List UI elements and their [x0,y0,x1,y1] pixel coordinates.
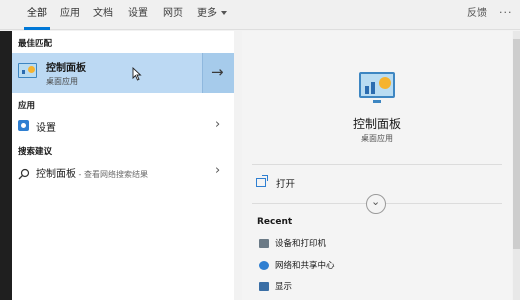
feedback-button[interactable]: 反馈 [467,0,487,30]
search-results-panel: 最佳匹配 控制面板 桌面应用 → 应用 设置 › 搜索建议 控制面板 - 查看网… [12,31,234,300]
result-web-search-label: 控制面板 - 查看网络搜索结果 [36,165,148,180]
web-search-query: 控制面板 [36,169,76,180]
more-options-button[interactable]: ··· [499,0,513,30]
tab-documents[interactable]: 文档 [93,0,113,30]
open-icon [256,175,268,187]
recent-item-label: 网络和共享中心 [275,261,335,271]
chevron-right-icon[interactable]: › [215,117,220,132]
best-match-subtitle: 桌面应用 [46,77,78,86]
control-panel-icon [359,72,395,103]
chevron-right-icon[interactable]: › [215,163,220,178]
gear-icon [18,120,29,131]
scrollbar[interactable] [513,31,520,300]
control-panel-icon [18,63,37,78]
recent-item-label: 显示 [275,282,293,292]
search-icon [18,165,30,184]
tab-apps[interactable]: 应用 [60,0,80,30]
detail-title: 控制面板 [352,117,401,131]
chevron-down-icon [221,11,227,15]
result-settings[interactable]: 设置 › [12,115,234,137]
tab-all[interactable]: 全部 [24,0,50,30]
printer-icon [259,239,269,248]
best-match-title: 控制面板 [46,63,86,74]
result-detail-panel: 控制面板 桌面应用 打开 ⌄ Recent 设备和打印机 网络和共享中心 显示 [242,31,512,300]
network-icon [259,261,269,270]
apps-heading: 应用 [18,101,36,111]
open-details-button[interactable]: → [202,53,234,93]
arrow-right-icon: → [211,63,224,81]
scrollbar-thumb[interactable] [513,39,520,249]
best-match-heading: 最佳匹配 [18,39,53,49]
recent-item-label: 设备和打印机 [275,239,327,249]
tab-more-label: 更多 [197,8,217,19]
search-suggestions-heading: 搜索建议 [18,147,53,157]
divider [252,164,502,165]
web-search-hint: - 查看网络搜索结果 [76,170,148,179]
search-scope-tabs: 全部 应用 文档 设置 网页 更多 反馈 ··· [0,0,520,30]
tab-web[interactable]: 网页 [163,0,183,30]
tab-settings[interactable]: 设置 [128,0,148,30]
expand-button[interactable]: ⌄ [366,194,386,214]
start-menu-rail [0,31,12,300]
result-settings-label: 设置 [36,123,56,134]
detail-subtitle: 桌面应用 [361,134,393,143]
open-label: 打开 [276,179,296,190]
recent-heading: Recent [257,217,293,227]
result-web-search[interactable]: 控制面板 - 查看网络搜索结果 › [12,161,234,183]
best-match-result[interactable]: 控制面板 桌面应用 → [12,53,234,93]
display-icon [259,282,269,291]
chevron-down-icon: ⌄ [371,195,381,208]
tab-more[interactable]: 更多 [197,0,227,30]
